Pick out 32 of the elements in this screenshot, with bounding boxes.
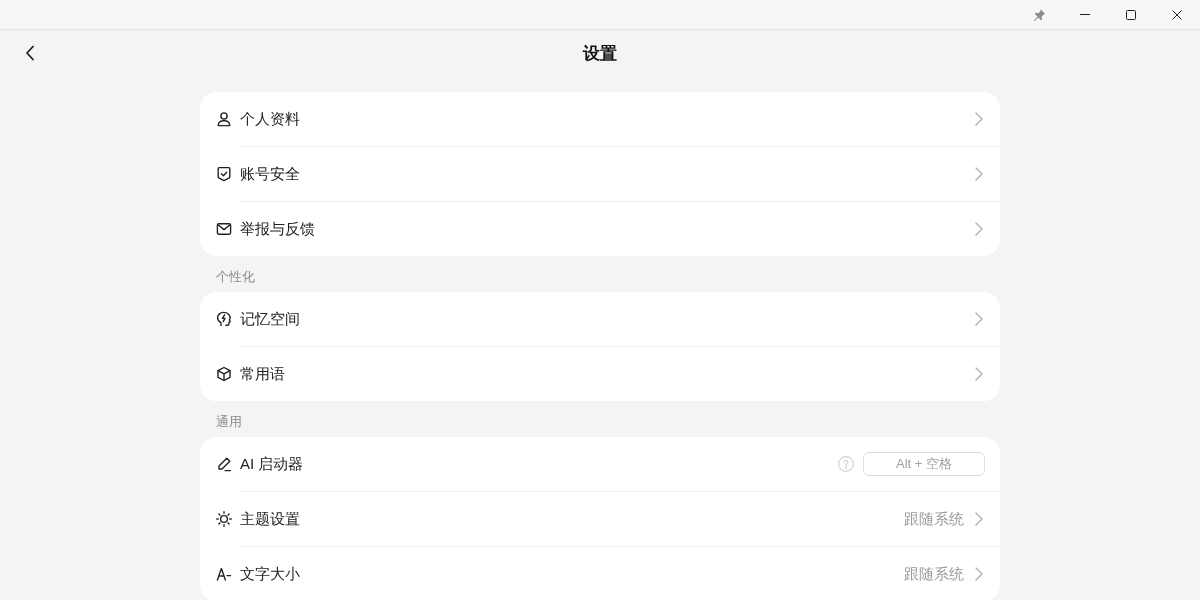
- chevron-right-icon: [975, 222, 983, 236]
- back-icon[interactable]: [25, 45, 35, 61]
- pin-icon[interactable]: [1033, 8, 1045, 21]
- chevron-right-icon: [975, 312, 983, 326]
- setting-label[interactable]: 举报与反馈: [240, 219, 315, 239]
- setting-value: 跟随系统: [904, 509, 964, 529]
- person-icon: [216, 111, 232, 127]
- setting-label[interactable]: 账号安全: [240, 164, 300, 184]
- setting-label[interactable]: 常用语: [240, 364, 285, 384]
- head-lightning-icon: [216, 311, 232, 327]
- chevron-right-icon: [975, 567, 983, 581]
- sun-icon: [216, 511, 232, 527]
- setting-label[interactable]: AI 启动器: [240, 454, 304, 474]
- section-title: 个性化: [216, 269, 255, 284]
- close-icon[interactable]: [1172, 9, 1182, 20]
- setting-label[interactable]: 主题设置: [240, 509, 300, 529]
- cube-icon: [216, 366, 232, 382]
- envelope-icon: [216, 221, 232, 237]
- chevron-right-icon: [975, 167, 983, 181]
- chevron-right-icon: [975, 367, 983, 381]
- page-title: 设置: [583, 42, 617, 65]
- setting-label[interactable]: 文字大小: [240, 564, 300, 584]
- setting-value: 跟随系统: [904, 564, 964, 584]
- shield-check-icon: [216, 166, 232, 182]
- setting-label[interactable]: 记忆空间: [240, 309, 300, 329]
- pencil-icon: [216, 456, 232, 472]
- text-size-icon: [216, 566, 232, 582]
- section-title: 通用: [216, 414, 242, 429]
- chevron-right-icon: [975, 112, 983, 126]
- maximize-icon[interactable]: [1126, 9, 1136, 20]
- setting-label[interactable]: 个人资料: [240, 109, 300, 129]
- chevron-right-icon: [975, 512, 983, 526]
